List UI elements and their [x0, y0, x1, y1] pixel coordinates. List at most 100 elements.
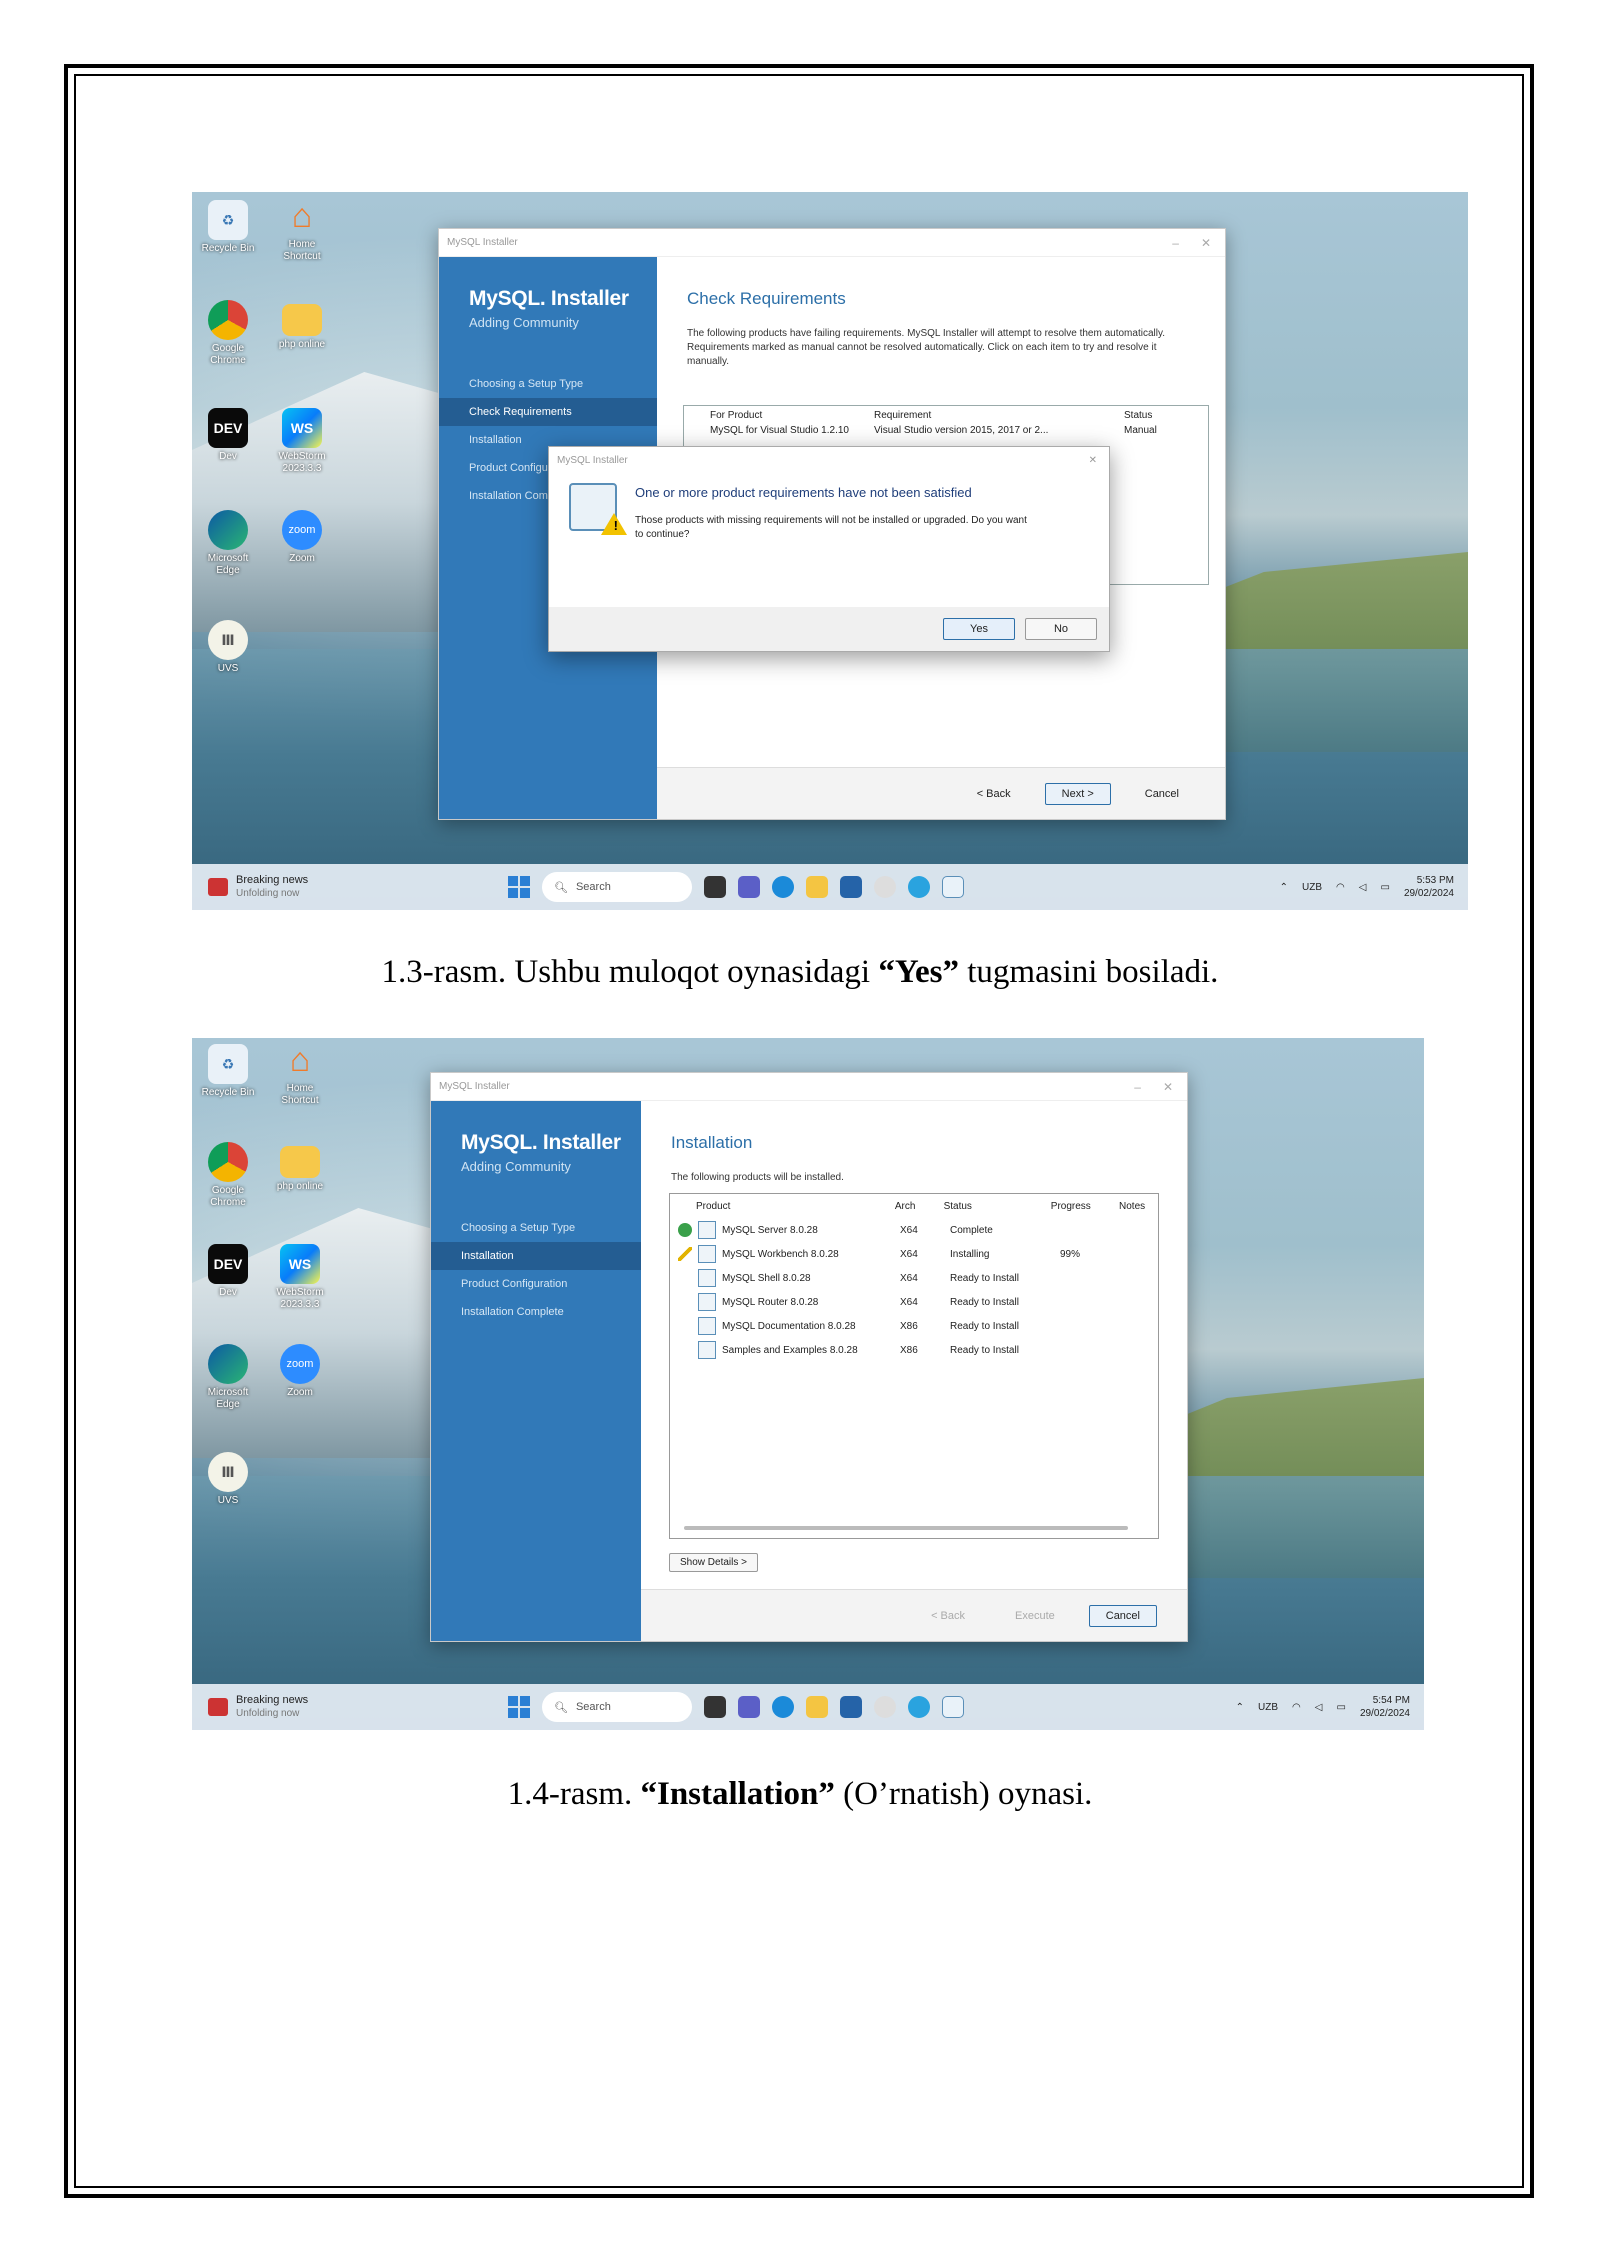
back-button[interactable]: < Back: [915, 1606, 981, 1626]
execute-button[interactable]: Execute: [999, 1606, 1071, 1626]
news-widget[interactable]: Breaking news Unfolding now: [208, 874, 468, 900]
chevron-up-icon[interactable]: ⌃: [1280, 882, 1288, 893]
chevron-up-icon[interactable]: ⌃: [1236, 1702, 1244, 1713]
cancel-button[interactable]: Cancel: [1129, 784, 1195, 804]
explorer-app-icon[interactable]: [704, 1696, 726, 1718]
wifi-icon[interactable]: ◠: [1336, 882, 1345, 893]
status-placeholder: [678, 1343, 692, 1357]
minimize-icon[interactable]: –: [1134, 1080, 1141, 1094]
battery-icon[interactable]: ▭: [1336, 1702, 1345, 1713]
cancel-button[interactable]: Cancel: [1088, 1604, 1157, 1627]
back-button[interactable]: < Back: [961, 784, 1027, 804]
start-button-icon[interactable]: [508, 1696, 530, 1718]
desktop-icon-uvs[interactable]: Ⅲ UVS: [198, 620, 258, 675]
desktop-icon-folder[interactable]: php online: [270, 1146, 330, 1193]
explorer-app-icon[interactable]: [704, 876, 726, 898]
mysql-app-icon[interactable]: [942, 876, 964, 898]
table-row[interactable]: MySQL Workbench 8.0.28 X64 Installing 99%: [670, 1242, 1158, 1266]
store-app-icon[interactable]: [840, 1696, 862, 1718]
language-indicator[interactable]: UZB: [1302, 882, 1322, 893]
telegram-app-icon[interactable]: [908, 1696, 930, 1718]
step-product-configuration: Product Configuration: [461, 1278, 568, 1290]
desktop-icon-webstorm[interactable]: WS WebStorm 2023.3.3: [272, 408, 332, 475]
zoom-icon: zoom: [280, 1344, 320, 1384]
col-notes: Notes: [1119, 1200, 1146, 1212]
desktop-icon-home[interactable]: ⌂ Home Shortcut: [270, 1040, 330, 1107]
clock[interactable]: 5:54 PM 29/02/2024: [1360, 1694, 1410, 1720]
recycle-bin-icon: ♻: [208, 200, 248, 240]
installer-brand-sub: Adding Community: [461, 1159, 571, 1174]
volume-icon[interactable]: ◁: [1315, 1702, 1323, 1713]
requirements-row[interactable]: MySQL for Visual Studio 1.2.10 Visual St…: [684, 425, 1208, 436]
horizontal-scrollbar[interactable]: [684, 1526, 1128, 1530]
store-app-icon[interactable]: [840, 876, 862, 898]
desktop-icon-chrome[interactable]: Google Chrome: [198, 300, 258, 367]
folder-app-icon[interactable]: [806, 1696, 828, 1718]
start-button-icon[interactable]: [508, 876, 530, 898]
folder-app-icon[interactable]: [806, 876, 828, 898]
telegram-app-icon[interactable]: [908, 876, 930, 898]
teams-app-icon[interactable]: [738, 876, 760, 898]
minimize-icon[interactable]: –: [1172, 236, 1179, 250]
no-button[interactable]: No: [1025, 618, 1097, 640]
desktop-icon-chrome[interactable]: Google Chrome: [198, 1142, 258, 1209]
cell-product: MySQL for Visual Studio 1.2.10: [710, 425, 849, 436]
taskbar-search[interactable]: 🔍︎ Search: [542, 1692, 692, 1722]
uvs-icon: Ⅲ: [208, 620, 248, 660]
desktop-icon-folder[interactable]: php online: [272, 304, 332, 351]
close-icon[interactable]: ✕: [1201, 236, 1211, 250]
desktop-icon-edge[interactable]: Microsoft Edge: [198, 1344, 258, 1411]
installer-brand: MySQL. Installer: [461, 1131, 621, 1154]
clock[interactable]: 5:53 PM 29/02/2024: [1404, 874, 1454, 900]
uvs-app-icon[interactable]: [874, 1696, 896, 1718]
teams-app-icon[interactable]: [738, 1696, 760, 1718]
next-button[interactable]: Next >: [1044, 782, 1111, 805]
edge-icon: [208, 1344, 248, 1384]
desktop-icon-recycle-bin[interactable]: ♻ Recycle Bin: [198, 1044, 258, 1099]
product-arch: X86: [900, 1344, 918, 1356]
col-requirement: Requirement: [874, 410, 932, 421]
taskbar-search[interactable]: 🔍︎ Search: [542, 872, 692, 902]
mysql-app-icon[interactable]: [942, 1696, 964, 1718]
product-status: Ready to Install: [950, 1296, 1019, 1308]
uvs-app-icon[interactable]: [874, 876, 896, 898]
desktop-icon-uvs[interactable]: Ⅲ UVS: [198, 1452, 258, 1507]
table-row[interactable]: Samples and Examples 8.0.28 X86 Ready to I…: [670, 1338, 1158, 1362]
close-icon[interactable]: ✕: [1163, 1080, 1173, 1094]
table-row[interactable]: MySQL Documentation 8.0.28 X86 Ready to In…: [670, 1314, 1158, 1338]
product-icon: [698, 1269, 716, 1287]
table-row[interactable]: MySQL Shell 8.0.28 X64 Ready to Install: [670, 1266, 1158, 1290]
uvs-icon: Ⅲ: [208, 1452, 248, 1492]
yes-button[interactable]: Yes: [943, 618, 1015, 640]
desktop-icon-home[interactable]: ⌂ Home Shortcut: [272, 196, 332, 263]
language-indicator[interactable]: UZB: [1258, 1702, 1278, 1713]
table-row[interactable]: MySQL Server 8.0.28 X64 Complete: [670, 1218, 1158, 1242]
status-placeholder: [678, 1271, 692, 1285]
screenshot-installation: ♻ Recycle Bin ⌂ Home Shortcut Google Chrom…: [192, 1038, 1424, 1730]
desktop-icon-zoom[interactable]: zoom Zoom: [272, 510, 332, 565]
desktop-icon-edge[interactable]: Microsoft Edge: [198, 510, 258, 577]
desktop-icon-recycle-bin[interactable]: ♻ Recycle Bin: [198, 200, 258, 255]
product-status: Installing: [950, 1248, 990, 1260]
edge-app-icon[interactable]: [772, 876, 794, 898]
installer-main: Installation The following products will…: [641, 1101, 1187, 1641]
news-widget[interactable]: Breaking news Unfolding now: [208, 1694, 468, 1720]
news-sub: Unfolding now: [236, 888, 300, 899]
products-table: Product Arch Status Progress Notes MySQL…: [669, 1193, 1159, 1539]
page-description: The following products have failing requ…: [687, 328, 1165, 367]
dialog-close-icon[interactable]: ✕: [1089, 455, 1109, 466]
desktop-icon-dev[interactable]: DEV Dev: [198, 1244, 258, 1299]
desktop-icon-zoom[interactable]: zoom Zoom: [270, 1344, 330, 1399]
step-setup-type: Choosing a Setup Type: [469, 378, 584, 390]
search-label: Search: [575, 881, 611, 893]
wifi-icon[interactable]: ◠: [1292, 1702, 1301, 1713]
dialog-message: Those products with missing requirements…: [635, 515, 1027, 540]
desktop-icon-webstorm[interactable]: WS WebStorm 2023.3.3: [270, 1244, 330, 1311]
volume-icon[interactable]: ◁: [1359, 882, 1367, 893]
edge-app-icon[interactable]: [772, 1696, 794, 1718]
battery-icon[interactable]: ▭: [1380, 882, 1389, 893]
show-details-button[interactable]: Show Details >: [669, 1553, 758, 1572]
table-row[interactable]: MySQL Router 8.0.28 X64 Ready to Install: [670, 1290, 1158, 1314]
desktop-icon-dev[interactable]: DEV Dev: [198, 408, 258, 463]
search-icon: 🔍︎: [554, 1701, 568, 1714]
